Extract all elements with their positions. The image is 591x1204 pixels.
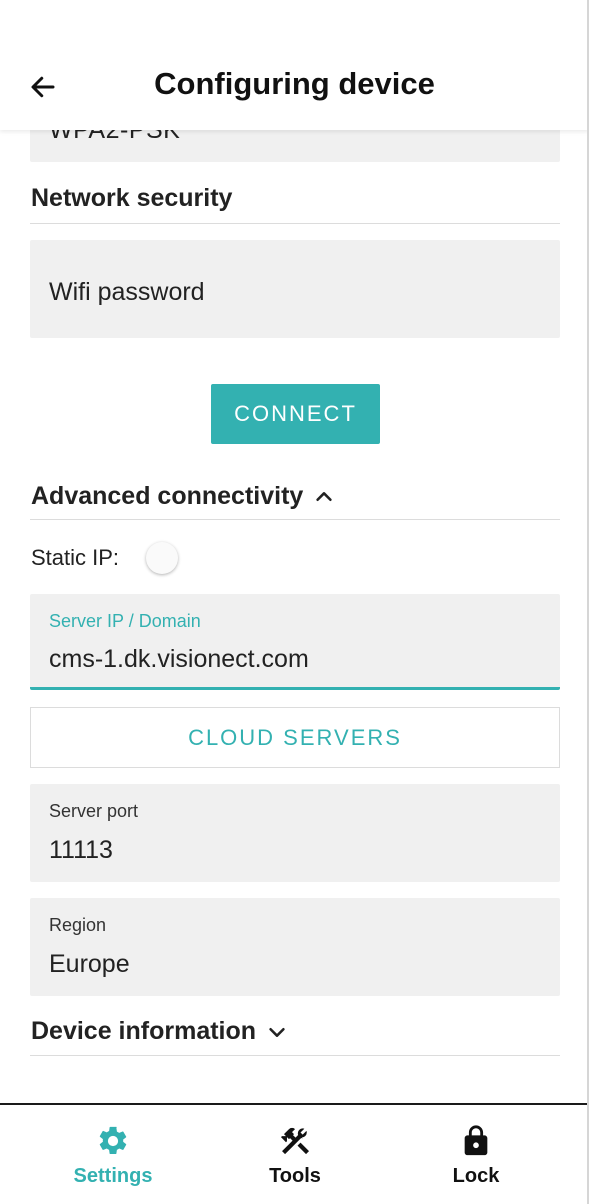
region-select[interactable]: Region Europe: [30, 898, 560, 996]
network-security-title: Network security: [31, 184, 233, 212]
top-app-bar: Configuring device: [0, 0, 587, 130]
static-ip-switch[interactable]: [146, 542, 178, 574]
server-ip-value: cms-1.dk.visionect.com: [49, 645, 309, 673]
server-port-input[interactable]: Server port 11113: [30, 784, 560, 882]
divider: [30, 1055, 560, 1056]
nav-item-tools[interactable]: Tools: [197, 1105, 393, 1204]
advanced-connectivity-title: Advanced connectivity: [31, 482, 304, 510]
server-ip-input[interactable]: Server IP / Domain cms-1.dk.visionect.co…: [30, 594, 560, 690]
chevron-down-icon: [269, 1027, 285, 1037]
region-label: Region: [49, 915, 107, 935]
connect-button[interactable]: CONNECT: [211, 384, 380, 444]
nav-label-settings: Settings: [73, 1165, 153, 1187]
page-title: Configuring device: [154, 66, 435, 101]
app-screen: WPA2-PSK Network security Wifi password …: [0, 0, 589, 1204]
wifi-password-input[interactable]: Wifi password: [30, 240, 560, 338]
nav-item-lock[interactable]: Lock: [378, 1105, 574, 1204]
device-information-toggle[interactable]: Device information: [31, 1017, 560, 1046]
bottom-navigation: Settings Tools Lock: [0, 1103, 587, 1204]
network-security-heading: Network security: [31, 184, 560, 213]
static-ip-label: Static IP:: [31, 545, 120, 570]
nav-label-tools: Tools: [269, 1165, 321, 1187]
divider: [30, 223, 560, 224]
cloud-servers-button[interactable]: CLOUD SERVERS: [30, 707, 560, 768]
settings-content: WPA2-PSK Network security Wifi password …: [0, 0, 587, 1103]
wifi-password-placeholder: Wifi password: [49, 278, 205, 306]
lock-icon: [464, 1125, 488, 1156]
nav-label-lock: Lock: [452, 1165, 500, 1187]
nav-item-settings[interactable]: Settings: [15, 1105, 211, 1204]
server-port-value: 11113: [49, 836, 113, 864]
server-ip-label: Server IP / Domain: [49, 611, 201, 631]
divider: [30, 519, 560, 520]
gear-icon: [99, 1126, 127, 1155]
tools-icon: [280, 1127, 310, 1155]
server-port-label: Server port: [49, 801, 139, 821]
advanced-connectivity-toggle[interactable]: Advanced connectivity: [31, 482, 560, 511]
region-value: Europe: [49, 950, 130, 978]
device-information-title: Device information: [31, 1017, 257, 1045]
chevron-up-icon: [316, 491, 333, 501]
